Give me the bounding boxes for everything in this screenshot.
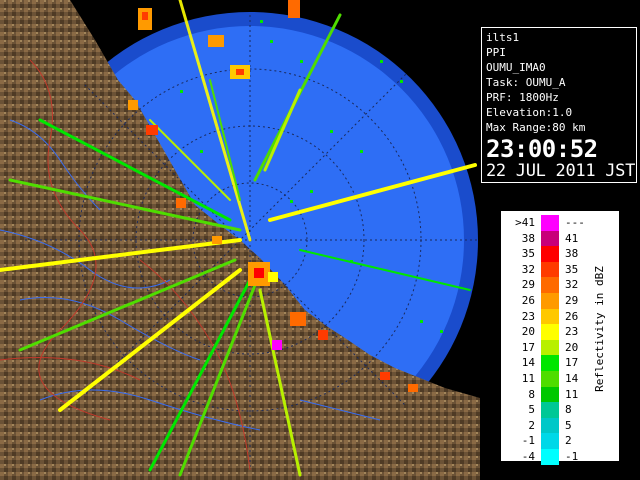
legend-high-value: 35 <box>565 262 579 276</box>
observation-time: 23:00:52 <box>486 135 598 163</box>
legend-high-value: 32 <box>565 278 579 292</box>
legend-high-value: 29 <box>565 293 579 307</box>
legend-low-value: 5 <box>528 403 535 417</box>
legend-swatch <box>541 402 559 418</box>
max-range-label: Max Range:80 km <box>486 121 586 134</box>
legend-swatch <box>541 370 559 387</box>
task-label: Task: OUMU_A <box>486 76 566 89</box>
color-legend: >41 --- 38 41 35 38 32 35 29 32 26 29 23 26 20 23 17 20 14… <box>500 210 620 465</box>
legend-swatch <box>541 386 559 403</box>
legend-low-value: 17 <box>521 340 535 354</box>
site-name: ilts1 <box>486 31 520 44</box>
legend-low-value: >41 <box>515 216 535 229</box>
legend-swatch <box>541 417 559 434</box>
legend-high-value: --- <box>565 216 585 229</box>
legend-swatch <box>541 292 559 309</box>
radar-map[interactable] <box>0 0 480 480</box>
legend-low-value: -4 <box>521 449 535 463</box>
legend-low-value: 14 <box>521 356 535 370</box>
legend-swatch <box>541 246 559 262</box>
legend-swatch <box>541 433 559 449</box>
elevation-label: Elevation:1.0 <box>486 106 573 119</box>
legend-high-value: 26 <box>565 309 579 323</box>
legend-high-value: 38 <box>565 247 579 261</box>
legend-row: 38 41 <box>501 230 619 247</box>
station-id: OUMU_IMA0 <box>486 61 546 74</box>
legend-row: 35 38 <box>501 246 619 262</box>
legend-low-value: 8 <box>528 387 535 401</box>
legend-low-value: 32 <box>521 262 535 276</box>
legend-low-value: 20 <box>521 325 535 339</box>
legend-row: >41 --- <box>501 215 619 231</box>
legend-high-value: 5 <box>565 418 572 432</box>
info-panel: ilts1 PPI OUMU_IMA0 Task: OUMU_A PRF: 18… <box>481 27 637 183</box>
legend-high-value: 17 <box>565 356 579 370</box>
legend-high-value: 41 <box>565 231 579 245</box>
legend-high-value: -1 <box>565 449 579 463</box>
legend-swatch <box>541 355 559 371</box>
legend-swatch <box>541 308 559 325</box>
legend-high-value: 20 <box>565 340 579 354</box>
legend-row: -1 2 <box>501 433 619 449</box>
legend-swatch <box>541 230 559 247</box>
legend-low-value: 29 <box>521 278 535 292</box>
legend-row: 58 <box>501 402 619 418</box>
legend-high-value: 14 <box>565 371 579 385</box>
legend-low-value: 2 <box>528 418 535 432</box>
legend-high-value: 8 <box>565 403 572 417</box>
legend-unit-label: Reflectivity in dBZ <box>593 266 606 392</box>
legend-swatch <box>541 324 559 340</box>
legend-low-value: 11 <box>521 371 535 385</box>
observation-date: 22 JUL 2011 JST <box>486 161 636 181</box>
legend-low-value: 23 <box>521 309 535 323</box>
legend-low-value: 26 <box>521 293 535 307</box>
legend-swatch <box>541 277 559 293</box>
legend-row: 25 <box>501 417 619 434</box>
legend-low-value: 35 <box>521 247 535 261</box>
legend-swatch <box>541 215 559 231</box>
legend-swatch <box>541 448 559 465</box>
legend-high-value: 23 <box>565 325 579 339</box>
legend-high-value: 2 <box>565 434 572 448</box>
legend-row: -4 -1 <box>501 448 619 465</box>
legend-high-value: 11 <box>565 387 579 401</box>
prf-label: PRF: 1800Hz <box>486 91 559 104</box>
legend-swatch <box>541 261 559 278</box>
radar-map-svg <box>0 0 480 480</box>
product-type: PPI <box>486 46 506 59</box>
legend-low-value: 38 <box>521 231 535 245</box>
legend-swatch <box>541 339 559 356</box>
legend-low-value: -1 <box>521 434 535 448</box>
